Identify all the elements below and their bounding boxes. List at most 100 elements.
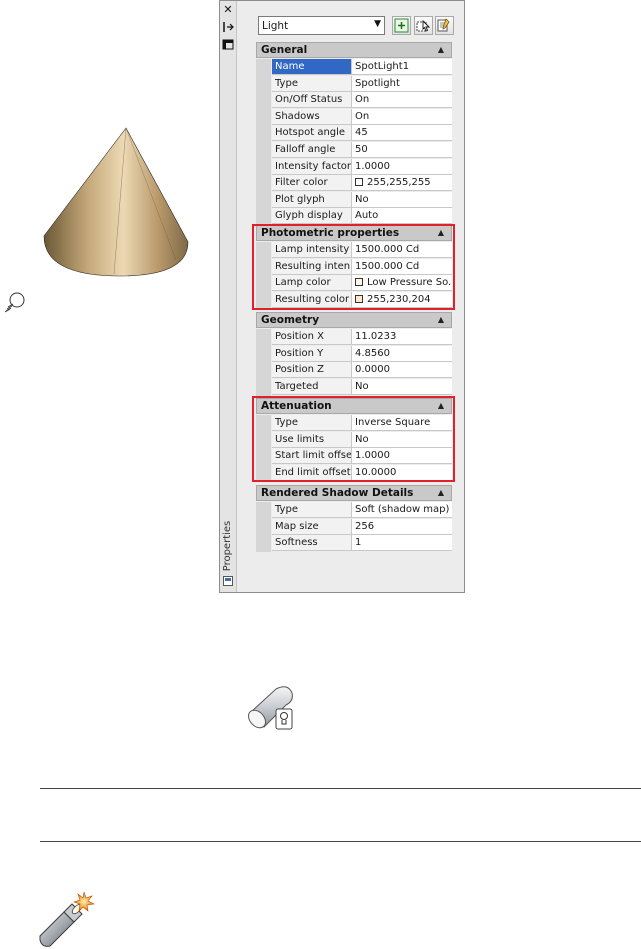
- palette-properties-icon[interactable]: [223, 576, 233, 586]
- section-header-label: Rendered Shadow Details: [261, 487, 414, 499]
- close-icon[interactable]: ✕: [222, 4, 234, 16]
- property-value[interactable]: 255,230,204: [352, 291, 452, 308]
- property-value[interactable]: 0.0000: [352, 362, 452, 379]
- property-value[interactable]: 1.0000: [352, 448, 452, 465]
- property-value[interactable]: On: [352, 92, 452, 109]
- property-row-position-y[interactable]: Position Y 4.8560: [256, 345, 452, 363]
- collapse-caret-icon[interactable]: ▲: [438, 226, 444, 240]
- property-label: Type: [272, 502, 352, 518]
- section-header-rendered-shadow-details[interactable]: Rendered Shadow Details ▲: [256, 485, 452, 501]
- collapse-caret-icon[interactable]: ▲: [438, 399, 444, 413]
- property-label: Filter color: [272, 175, 352, 192]
- section-header-attenuation[interactable]: Attenuation ▲: [256, 398, 452, 414]
- property-value[interactable]: 4.8560: [352, 345, 452, 362]
- property-row-name[interactable]: Name SpotLight1: [256, 59, 452, 76]
- property-value[interactable]: 255,255,255: [352, 175, 452, 192]
- property-row-targeted[interactable]: Targeted No: [256, 378, 452, 396]
- property-row-resulting-color[interactable]: Resulting color 255,230,204: [256, 291, 452, 309]
- property-row-lamp-intensity[interactable]: Lamp intensity 1500.000 Cd: [256, 242, 452, 259]
- property-row-filter-color[interactable]: Filter color 255,255,255: [256, 175, 452, 193]
- property-row-hotspot-angle[interactable]: Hotspot angle 45: [256, 125, 452, 143]
- property-value[interactable]: 1500.000 Cd: [352, 242, 452, 258]
- property-value[interactable]: 11.0233: [352, 329, 452, 345]
- property-label: Softness: [272, 535, 352, 552]
- property-row-position-x[interactable]: Position X 11.0233: [256, 329, 452, 346]
- property-value[interactable]: On: [352, 108, 452, 125]
- property-row-plot-glyph[interactable]: Plot glyph No: [256, 191, 452, 209]
- property-row-type[interactable]: Type Soft (shadow map): [256, 502, 452, 519]
- property-value[interactable]: No: [352, 431, 452, 448]
- color-swatch: [355, 294, 363, 303]
- property-row-on-off-status[interactable]: On/Off Status On: [256, 92, 452, 110]
- property-value[interactable]: 45: [352, 125, 452, 142]
- pickadd-toggle-button[interactable]: [392, 16, 411, 35]
- collapse-caret-icon[interactable]: ▲: [438, 43, 444, 57]
- row-gutter: [256, 92, 271, 110]
- property-value-text: 255,230,204: [367, 293, 431, 305]
- property-row-lamp-color[interactable]: Lamp color Low Pressure So...: [256, 275, 452, 293]
- property-value[interactable]: 10.0000: [352, 464, 452, 481]
- spotlight-cone-illustration: [43, 127, 189, 277]
- property-value[interactable]: 1.0000: [352, 158, 452, 175]
- property-value[interactable]: 256: [352, 518, 452, 535]
- property-value[interactable]: Spotlight: [352, 75, 452, 92]
- row-gutter: [256, 464, 271, 482]
- property-row-type[interactable]: Type Spotlight: [256, 75, 452, 93]
- property-row-end-limit-offset[interactable]: End limit offset 10.0000: [256, 464, 452, 482]
- property-value-text: 4.8560: [355, 347, 390, 359]
- color-swatch: [355, 278, 363, 287]
- quick-select-button[interactable]: [435, 16, 454, 35]
- divider-line: [40, 788, 641, 789]
- property-value-text: Inverse Square: [355, 417, 431, 428]
- property-label: Position Y: [272, 345, 352, 362]
- property-value[interactable]: No: [352, 191, 452, 208]
- row-gutter: [256, 291, 271, 309]
- property-label: Type: [272, 75, 352, 92]
- properties-menu-icon[interactable]: [222, 38, 234, 50]
- property-row-position-z[interactable]: Position Z 0.0000: [256, 362, 452, 380]
- autohide-icon[interactable]: [222, 21, 234, 33]
- property-value[interactable]: Inverse Square: [352, 415, 452, 431]
- property-row-resulting-inten[interactable]: Resulting inten... 1500.000 Cd: [256, 258, 452, 276]
- property-row-glyph-display[interactable]: Glyph display Auto: [256, 208, 452, 226]
- property-label: Resulting color: [272, 291, 352, 308]
- property-value[interactable]: Low Pressure So...: [352, 275, 452, 292]
- property-row-start-limit-offset[interactable]: Start limit offset 1.0000: [256, 448, 452, 466]
- property-value[interactable]: No: [352, 378, 452, 395]
- color-swatch: [355, 178, 363, 187]
- property-value-text: No: [355, 193, 369, 205]
- property-row-shadows[interactable]: Shadows On: [256, 108, 452, 126]
- section-header-geometry[interactable]: Geometry ▲: [256, 312, 452, 328]
- property-row-falloff-angle[interactable]: Falloff angle 50: [256, 142, 452, 159]
- section-header-general[interactable]: General ▲: [256, 42, 452, 58]
- property-label: Falloff angle: [272, 142, 352, 158]
- property-value[interactable]: 1: [352, 535, 452, 552]
- property-value[interactable]: Soft (shadow map): [352, 502, 452, 518]
- property-row-intensity-factor[interactable]: Intensity factor 1.0000: [256, 158, 452, 176]
- property-value[interactable]: 1500.000 Cd: [352, 258, 452, 275]
- row-gutter: [256, 125, 271, 143]
- object-type-dropdown[interactable]: Light ▼: [258, 16, 385, 35]
- property-value-text: 1: [355, 537, 362, 549]
- row-gutter: [256, 535, 271, 553]
- property-value[interactable]: SpotLight1: [352, 59, 452, 75]
- property-label: Lamp color: [272, 275, 352, 292]
- section-header-photometric-properties[interactable]: Photometric properties ▲: [256, 225, 452, 241]
- property-label: Use limits: [272, 431, 352, 448]
- select-objects-button[interactable]: [414, 16, 433, 35]
- collapse-caret-icon[interactable]: ▲: [438, 313, 444, 327]
- property-label: Plot glyph: [272, 191, 352, 208]
- property-value[interactable]: 50: [352, 142, 452, 158]
- property-row-map-size[interactable]: Map size 256: [256, 518, 452, 536]
- property-value[interactable]: Auto: [352, 208, 452, 225]
- property-value-text: Spotlight: [355, 77, 400, 89]
- property-value-text: 1.0000: [355, 450, 390, 462]
- collapse-caret-icon[interactable]: ▲: [438, 486, 444, 500]
- property-row-use-limits[interactable]: Use limits No: [256, 431, 452, 449]
- property-row-type[interactable]: Type Inverse Square: [256, 415, 452, 432]
- row-gutter: [256, 448, 271, 466]
- row-gutter: [256, 518, 271, 536]
- property-value-text: No: [355, 380, 369, 392]
- palette-title: Properties: [222, 520, 233, 572]
- property-row-softness[interactable]: Softness 1: [256, 535, 452, 553]
